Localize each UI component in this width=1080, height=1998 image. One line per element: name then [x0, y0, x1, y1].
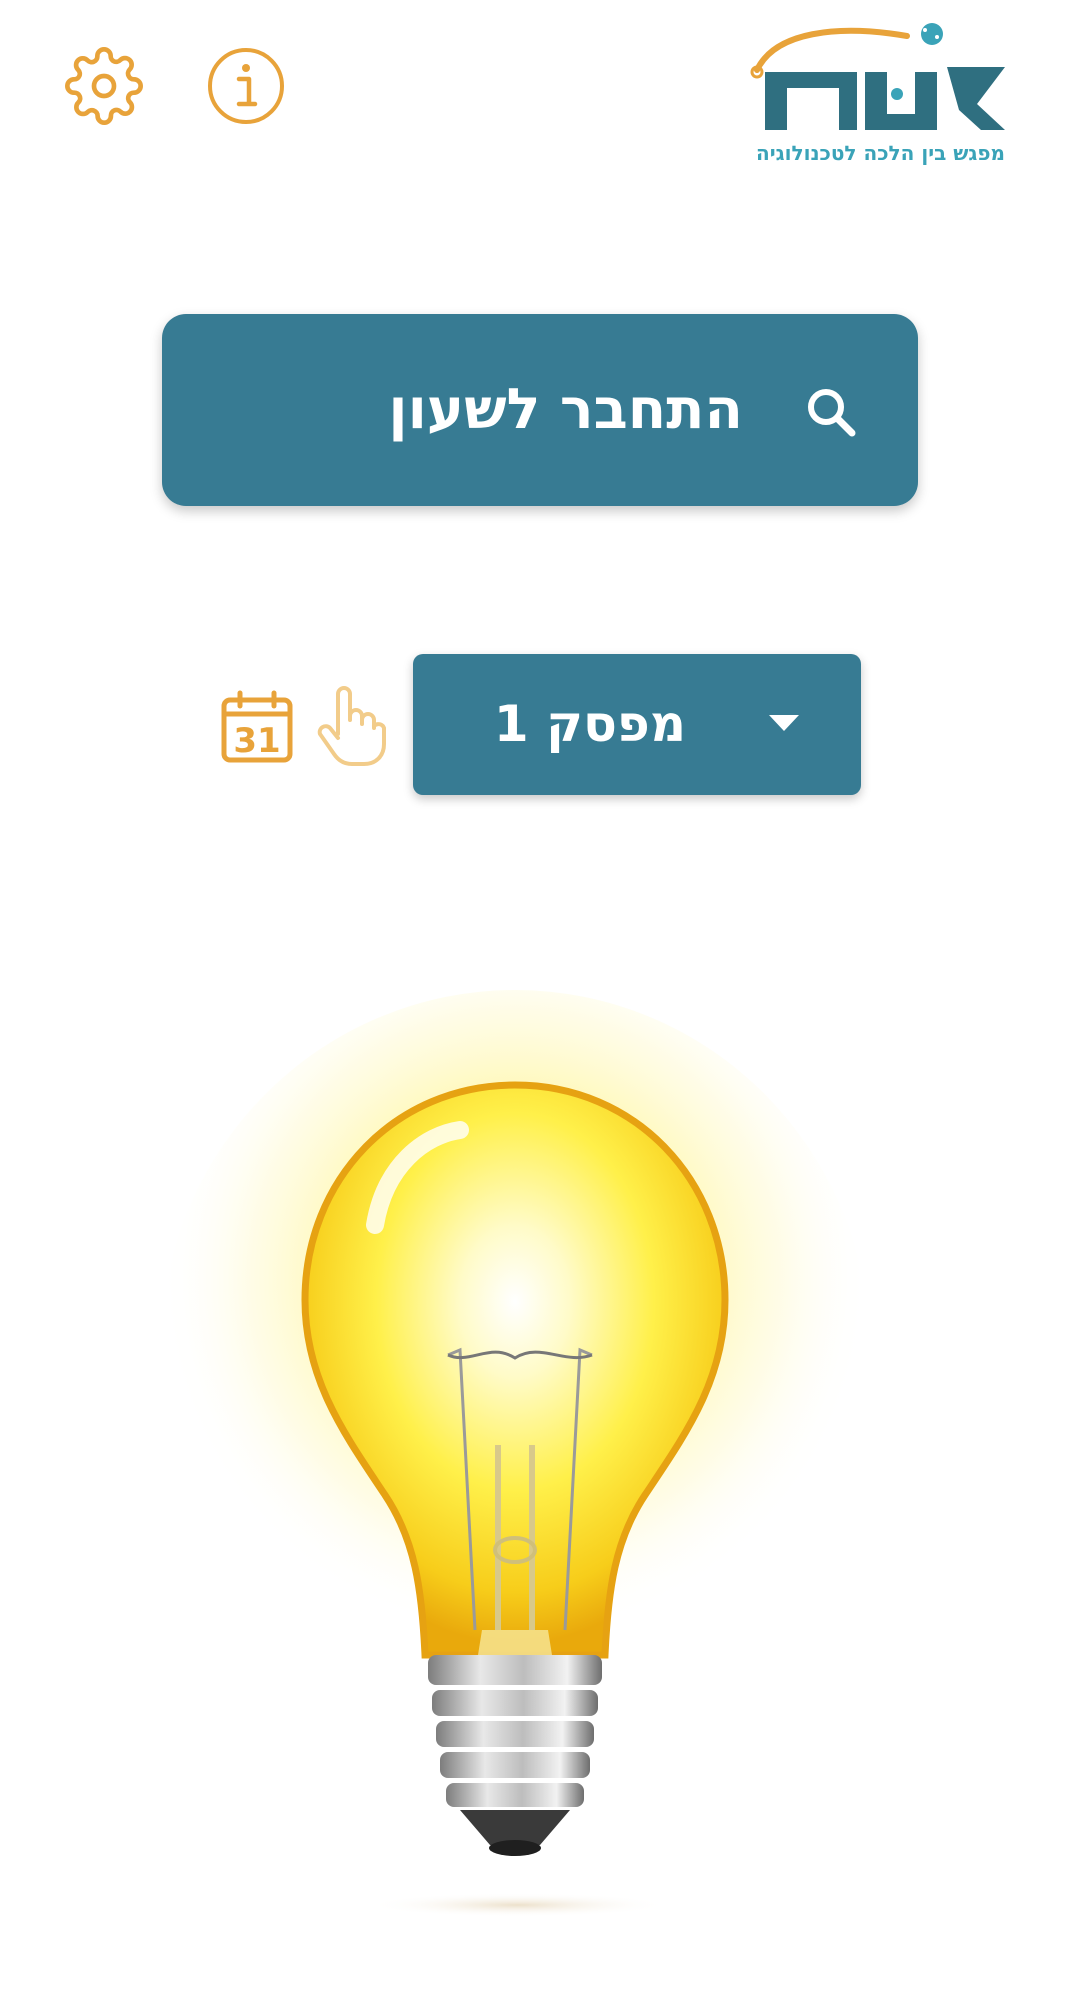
- hand-pointer-icon[interactable]: [312, 684, 390, 768]
- calendar-icon[interactable]: 31: [220, 690, 294, 764]
- gear-icon[interactable]: [64, 46, 144, 126]
- connect-to-clock-button[interactable]: התחבר לשעון: [162, 314, 918, 506]
- chevron-down-icon: [769, 715, 799, 731]
- app-logo: מפגש בין הלכה לטכנולוגיה: [747, 22, 1012, 167]
- switch-selector-dropdown[interactable]: מפסק 1: [413, 654, 861, 795]
- logo-tagline: מפגש בין הלכה לטכנולוגיה: [756, 141, 1005, 165]
- connect-button-label: התחבר לשעון: [388, 377, 743, 442]
- info-icon[interactable]: [206, 46, 286, 126]
- light-bulb-image: [160, 990, 870, 1920]
- calendar-day: 31: [233, 721, 280, 761]
- search-icon: [804, 385, 858, 439]
- switch-selector-value: מפסק 1: [493, 695, 686, 753]
